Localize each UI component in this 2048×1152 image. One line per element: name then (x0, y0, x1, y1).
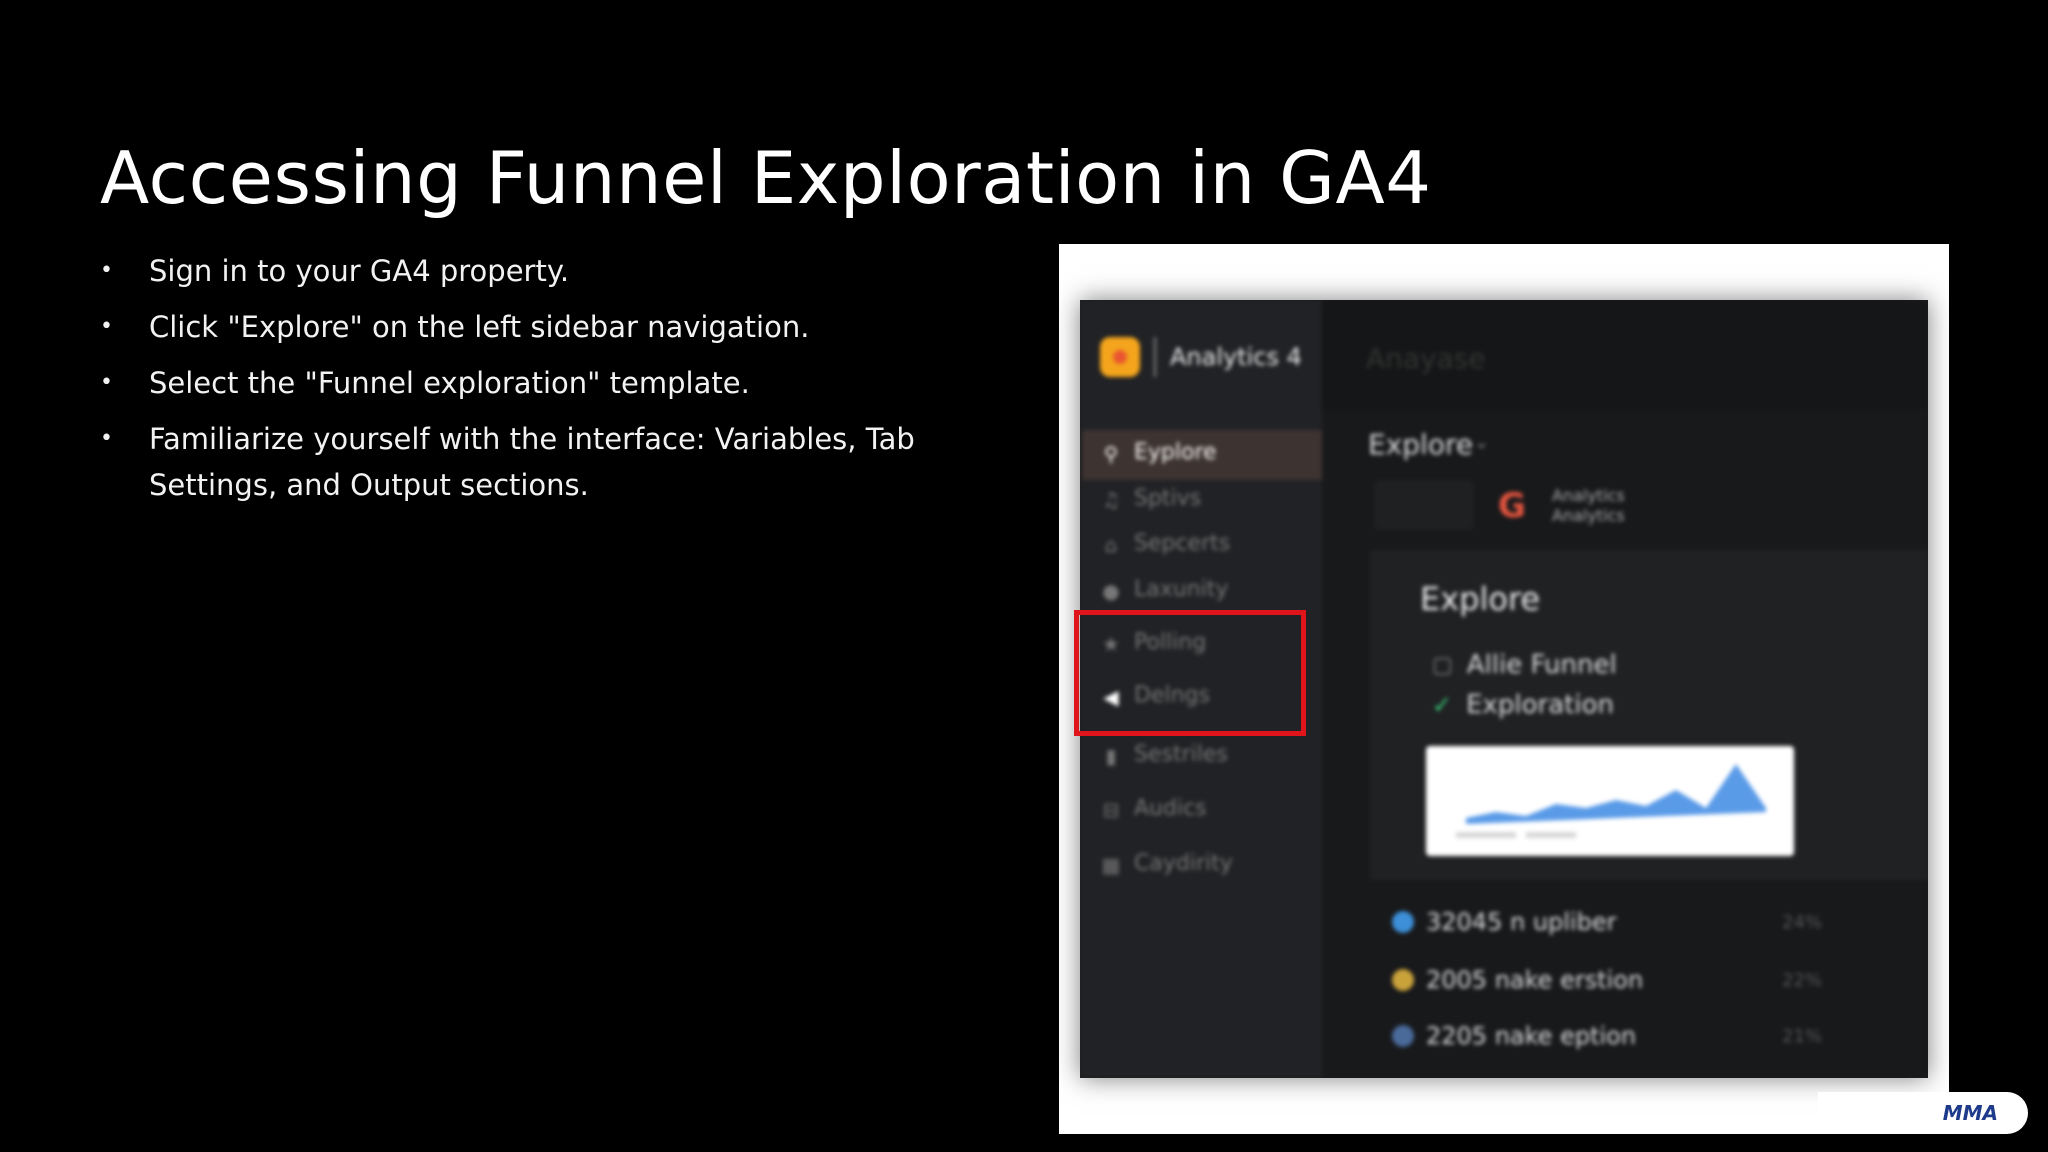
car-icon: ⊟ (1102, 797, 1120, 822)
explore-card: Explore ▢ Allie Funnel ✓ Exploration (1370, 550, 1928, 880)
checkmark-icon: ✓ (1432, 691, 1453, 719)
bullet-text: Familiarize yourself with the interface:… (149, 422, 915, 502)
sidebar-item-label: Audics (1134, 796, 1207, 821)
stat-label: 32045 n upliber (1426, 908, 1617, 936)
sidebar-item[interactable]: ⌂ Sepcerts (1100, 531, 1231, 557)
sidebar-item-label: Sepcerts (1134, 531, 1231, 556)
bar-icon: ▮ (1105, 743, 1117, 768)
google-logo-icon: G (1498, 486, 1526, 526)
template-option[interactable]: ▢ Allie Funnel (1432, 650, 1617, 680)
info-icon: ● (1102, 578, 1120, 603)
sidebar-item-label: Sptivs (1134, 486, 1202, 511)
search-input[interactable] (1374, 480, 1474, 530)
stat-row: 2205 nake eption (1392, 1022, 1636, 1050)
bullet-text: Click "Explore" on the left sidebar navi… (149, 310, 810, 344)
stat-percent: 21% (1782, 1026, 1823, 1047)
magnifier-icon: ⚲ (1103, 441, 1119, 466)
sidebar-item[interactable]: ▮ Sestriles (1100, 742, 1228, 768)
option-label: Exploration (1466, 690, 1614, 720)
chevron-down-icon[interactable]: ⌄ (1474, 432, 1489, 453)
home-icon: ⌂ (1104, 532, 1118, 557)
tile-label-line: Analytics (1552, 486, 1625, 505)
slide-title: Accessing Funnel Exploration in GA4 (100, 136, 1432, 221)
brand-badge: MMA (1818, 1092, 2028, 1134)
sidebar-item-label: Eyplore (1134, 440, 1217, 465)
badge-text: MMA (1942, 1101, 1998, 1125)
tag-icon (1392, 969, 1414, 991)
globe-icon (1392, 911, 1414, 933)
bullet-list: • Sign in to your GA4 property. • Click "E… (100, 248, 1000, 518)
chart-thumbnail (1426, 746, 1794, 856)
bullet-item: • Sign in to your GA4 property. (100, 248, 1000, 294)
highlight-box (1074, 610, 1306, 736)
sidebar-item-label: Laxunity (1134, 577, 1229, 602)
top-bar: Anayase (1322, 300, 1928, 410)
stat-percent: 24% (1782, 912, 1823, 933)
sidebar-item[interactable]: ▦ Caydirity (1100, 851, 1233, 877)
tile-label-line: Analytics (1552, 506, 1625, 525)
bullet-dot: • (100, 426, 113, 451)
sidebar-item[interactable]: ♫ Sptivs (1100, 486, 1202, 512)
bullet-item: • Select the "Funnel exploration" templat… (100, 360, 1000, 406)
stat-row: 32045 n upliber (1392, 908, 1616, 936)
main-panel: Anayase Explore ⌄ G Analytics Analytics … (1322, 300, 1928, 1078)
option-label: Allie Funnel (1466, 650, 1617, 680)
stat-label: 2005 nake erstion (1426, 966, 1644, 994)
sidebar-item-label: Sestriles (1134, 742, 1228, 767)
grid-icon: ▦ (1101, 852, 1121, 877)
sidebar-item-label: Caydirity (1134, 851, 1233, 876)
bullet-item: • Familiarize yourself with the interface… (100, 416, 1000, 508)
bullet-text: Select the "Funnel exploration" template… (149, 366, 750, 400)
ghost-title: Anayase (1366, 342, 1486, 375)
template-option-selected[interactable]: ✓ Exploration (1432, 690, 1614, 720)
bullet-dot: • (100, 370, 113, 395)
sidebar-item-explore[interactable]: ⚲ Eyplore (1100, 440, 1217, 466)
bullet-dot: • (100, 258, 113, 283)
area-chart-graphic (1456, 764, 1766, 838)
sidebar-item[interactable]: ● Laxunity (1100, 577, 1229, 603)
explore-tab[interactable]: Explore (1368, 428, 1473, 461)
user-icon (1392, 1025, 1414, 1047)
brand: Analytics 4 (1100, 330, 1302, 384)
card-title: Explore (1420, 580, 1541, 618)
bullet-dot: • (100, 314, 113, 339)
stat-percent: 22% (1782, 970, 1823, 991)
sidebar-item[interactable]: ⊟ Audics (1100, 796, 1207, 822)
bell-icon: ♫ (1102, 487, 1120, 512)
brand-name: Analytics 4 (1170, 343, 1302, 371)
bullet-text: Sign in to your GA4 property. (149, 254, 570, 288)
template-icon: ▢ (1432, 652, 1453, 678)
brand-divider (1154, 337, 1156, 377)
tile-label: Analytics Analytics (1552, 486, 1625, 526)
stat-label: 2205 nake eption (1426, 1022, 1637, 1050)
stat-row: 2005 nake erstion (1392, 966, 1643, 994)
bullet-item: • Click "Explore" on the left sidebar nav… (100, 304, 1000, 350)
analytics-logo-icon (1100, 337, 1140, 377)
